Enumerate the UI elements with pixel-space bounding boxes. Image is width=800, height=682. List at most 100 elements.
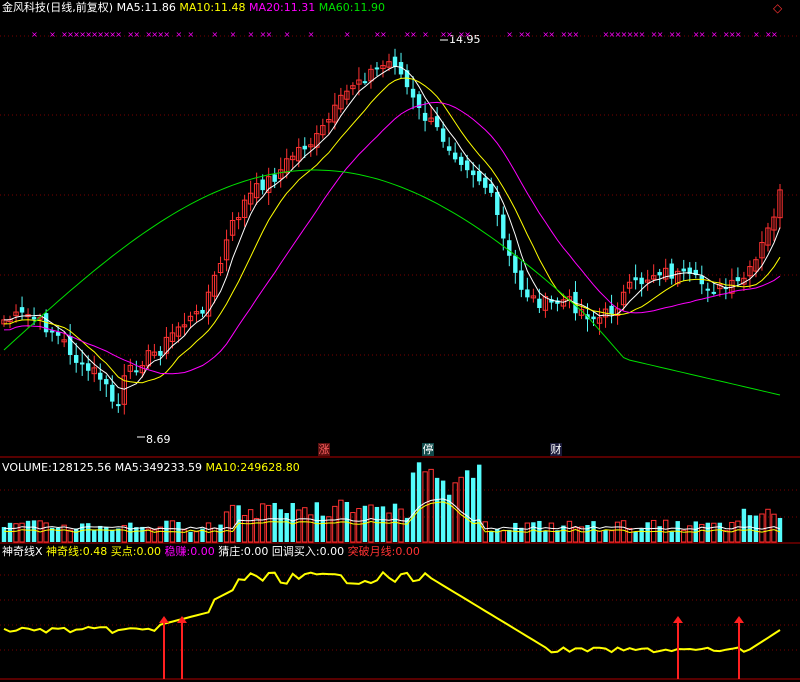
- candle-down: [98, 372, 103, 380]
- volume-bar-up: [759, 513, 765, 543]
- volume-bar-up: [193, 531, 200, 543]
- candle-down: [260, 179, 265, 191]
- volume-bar-up: [229, 504, 236, 543]
- buy-arrow-icon: [734, 616, 744, 623]
- candle-down: [410, 88, 416, 98]
- signal-x-marker: ×: [230, 30, 237, 39]
- volume-bar-down: [585, 525, 590, 542]
- volume-bar-down: [477, 464, 482, 542]
- volume-bar-down: [92, 530, 97, 542]
- volume-bar-up: [338, 499, 344, 543]
- volume-bar-up: [452, 482, 458, 543]
- signal-x-marker: ×: [572, 30, 579, 39]
- volume-bar-down: [513, 522, 518, 542]
- volume-bar-down: [25, 520, 31, 542]
- signal-x-marker: ×: [711, 30, 718, 39]
- volume-bar-up: [332, 505, 338, 543]
- volume-bar-up: [19, 522, 25, 543]
- candle-down: [458, 156, 464, 165]
- signal-x-marker: ×: [771, 30, 778, 39]
- volume-bar-up: [735, 520, 741, 543]
- signal-x-marker: ×: [735, 30, 742, 39]
- signal-x-marker: ×: [266, 30, 273, 39]
- candle-down: [134, 370, 139, 373]
- candle-down: [591, 316, 596, 320]
- volume-bar-down: [284, 513, 289, 542]
- volume-bar-up: [626, 527, 633, 543]
- volume-bar-up: [211, 527, 218, 543]
- signal-x-marker: ×: [49, 30, 56, 39]
- volume-bar-down: [116, 528, 121, 542]
- candle-down: [434, 116, 440, 128]
- volume-bar-down: [218, 524, 223, 542]
- volume-bar-up: [302, 507, 308, 543]
- volume-bar-down: [98, 525, 103, 542]
- volume-bar-down: [110, 529, 115, 542]
- volume-bar-down: [747, 515, 753, 542]
- volume-bar-up: [711, 522, 717, 543]
- volume-bar-down: [1, 527, 7, 542]
- volume-bar-up: [398, 508, 404, 543]
- candle-down: [302, 145, 307, 150]
- signal-x-marker: ×: [380, 30, 387, 39]
- volume-bar-down: [73, 528, 79, 542]
- candle-down: [705, 288, 711, 291]
- volume-bar-up: [663, 519, 669, 543]
- candle-down: [507, 240, 512, 256]
- volume-bar-down: [374, 506, 380, 542]
- candle-down: [80, 362, 85, 365]
- volume-bar-up: [247, 509, 254, 543]
- volume-bar-down: [471, 477, 476, 542]
- candle-down: [374, 67, 380, 70]
- signal-x-marker: ×: [464, 30, 471, 39]
- signal-x-marker: ×: [248, 30, 255, 39]
- volume-bar-down: [489, 531, 494, 542]
- volume-bar-down: [669, 531, 674, 542]
- candle-down: [681, 268, 686, 272]
- volume-bar-down: [104, 526, 109, 542]
- candle-down: [200, 309, 205, 314]
- volume-bar-down: [188, 531, 193, 542]
- candle-down: [422, 112, 428, 121]
- candle-down: [31, 316, 37, 320]
- volume-bar-down: [7, 522, 13, 542]
- volume-bar-down: [741, 508, 747, 542]
- volume-bar-up: [771, 513, 777, 543]
- volume-bar-down: [320, 515, 326, 542]
- buy-arrow-icon: [159, 616, 169, 623]
- candle-down: [519, 270, 524, 290]
- volume-bar-up: [13, 523, 19, 543]
- volume-bar-up: [608, 530, 615, 543]
- volume-bar-down: [416, 462, 422, 542]
- volume-bar-down: [507, 529, 512, 542]
- volume-bar-down: [639, 528, 644, 542]
- volume-bar-down: [561, 525, 566, 542]
- candle-down: [537, 298, 542, 309]
- signal-x-marker: ×: [163, 30, 170, 39]
- volume-bar-down: [777, 517, 783, 542]
- volume-bar-down: [440, 480, 446, 542]
- ma60-line: [3, 169, 781, 396]
- signal-x-marker: ×: [548, 30, 555, 39]
- signal-x-marker: ×: [639, 30, 646, 39]
- candlestick-chart[interactable]: × × × × × × × × × × × × × × × × × × × × × × × × × × × × × × × × × × × × × × × ×…: [0, 0, 800, 682]
- volume-bar-up: [43, 522, 49, 543]
- volume-bar-up: [596, 530, 603, 543]
- candle-down: [513, 255, 518, 273]
- signal-x-marker: ×: [115, 30, 122, 39]
- volume-bar-down: [290, 503, 295, 542]
- candle-down: [86, 363, 91, 371]
- volume-bar-down: [531, 522, 536, 542]
- candle-down: [483, 177, 488, 188]
- volume-bar-up: [265, 504, 272, 543]
- ma20-line: [3, 101, 781, 375]
- candle-down: [633, 277, 638, 281]
- volume-bar-down: [717, 522, 723, 542]
- signal-x-marker: ×: [657, 30, 664, 39]
- volume-bar-down: [434, 477, 440, 542]
- signal-x-marker: ×: [675, 30, 682, 39]
- candle-down: [110, 384, 115, 402]
- signal-x-marker: ×: [524, 30, 531, 39]
- volume-bar-down: [272, 502, 277, 542]
- volume-bar-down: [705, 522, 711, 542]
